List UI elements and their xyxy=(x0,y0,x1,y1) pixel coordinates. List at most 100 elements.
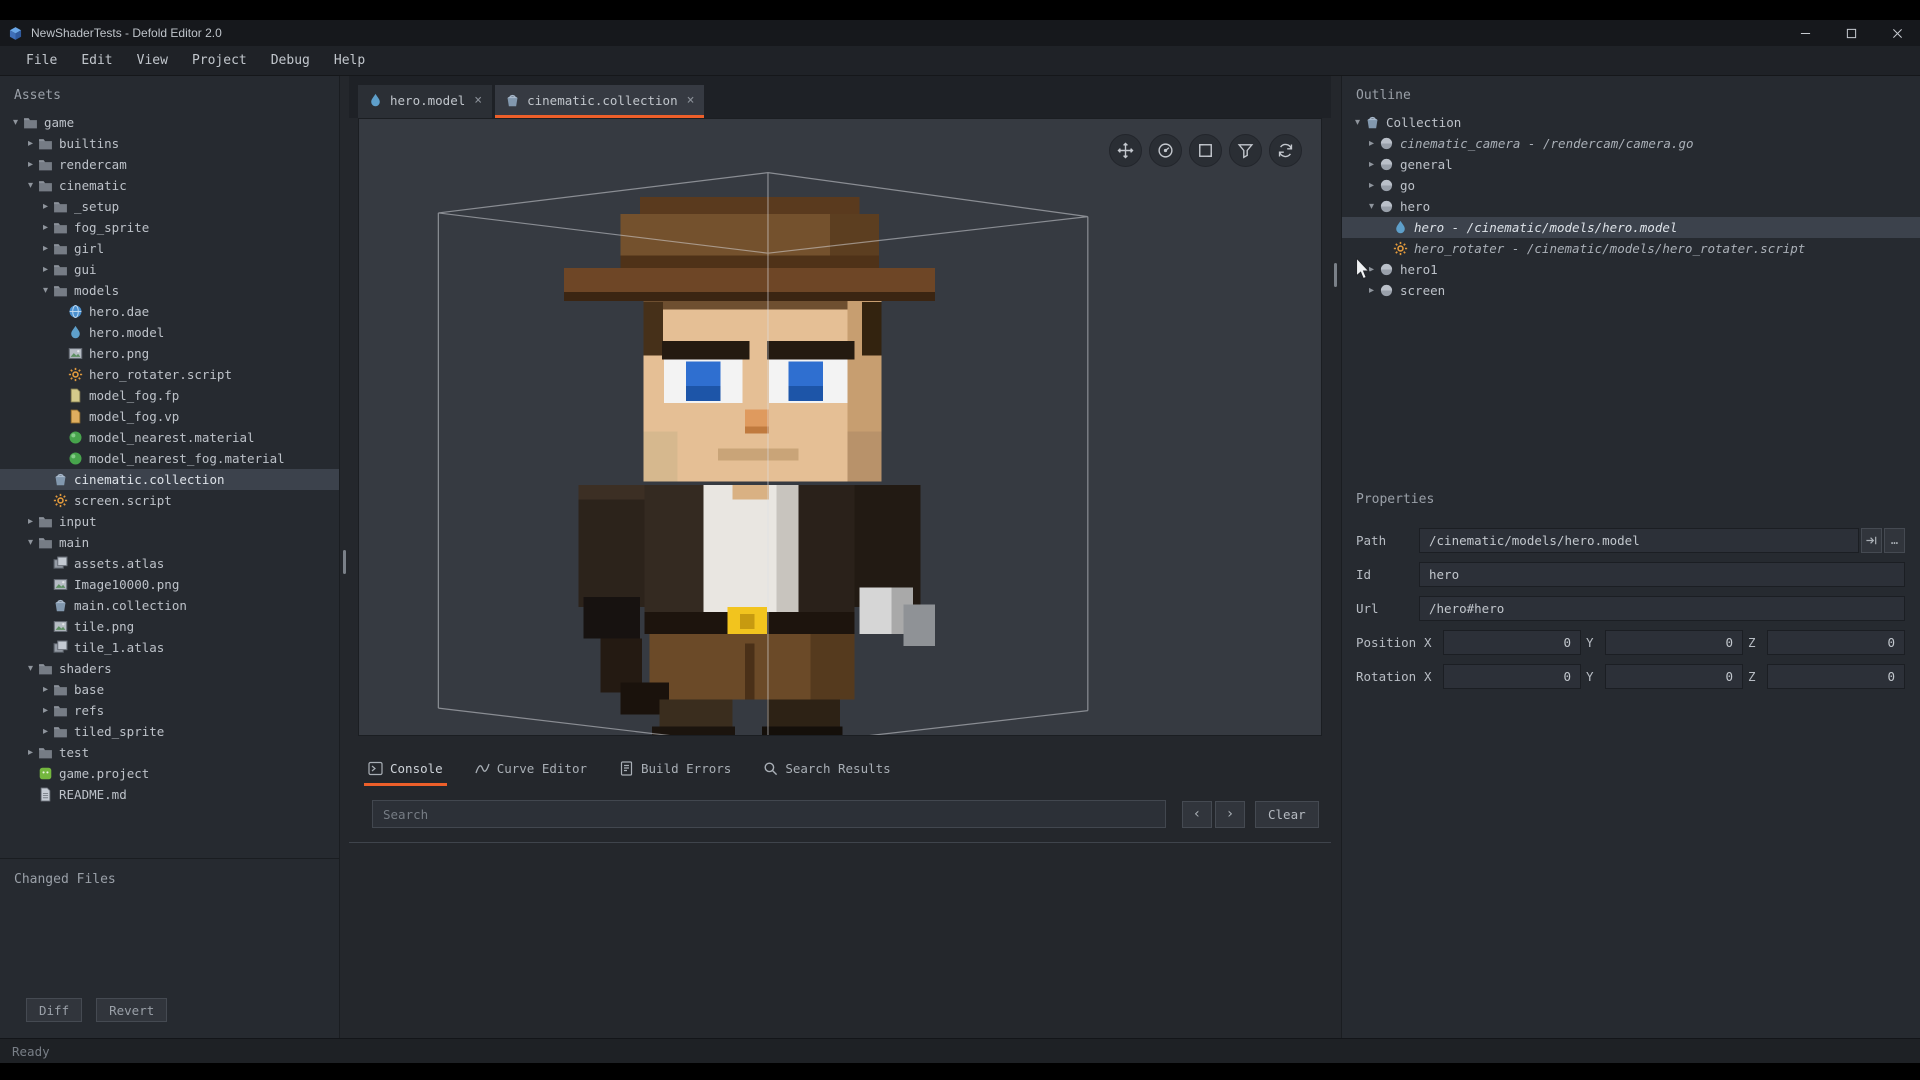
expand-arrow-icon[interactable]: ▸ xyxy=(23,747,38,758)
asset-item-readme-md[interactable]: README.md xyxy=(0,784,339,805)
revert-button[interactable]: Revert xyxy=(96,998,167,1022)
collapse-arrow-icon[interactable]: ▾ xyxy=(8,117,23,128)
expand-arrow-icon[interactable]: ▸ xyxy=(1364,138,1379,149)
outline-item-cinematic-camera-rendercam-camera-go[interactable]: ▸cinematic_camera - /rendercam/camera.go xyxy=(1342,133,1920,154)
expand-arrow-icon[interactable]: ▸ xyxy=(38,264,53,275)
panel-tab-curve-editor[interactable]: Curve Editor xyxy=(471,754,591,786)
outline-item-general[interactable]: ▸general xyxy=(1342,154,1920,175)
asset-item-gui[interactable]: ▸gui xyxy=(0,259,339,280)
filter-tool-button[interactable] xyxy=(1229,134,1262,167)
minimize-button[interactable] xyxy=(1782,20,1828,46)
scale-tool-button[interactable] xyxy=(1189,134,1222,167)
asset-item-image10000-png[interactable]: Image10000.png xyxy=(0,574,339,595)
collapse-arrow-icon[interactable]: ▾ xyxy=(23,537,38,548)
collapse-arrow-icon[interactable]: ▾ xyxy=(23,180,38,191)
asset-item-tiled-sprite[interactable]: ▸tiled_sprite xyxy=(0,721,339,742)
id-input[interactable] xyxy=(1419,562,1905,587)
editor-tab-cinematic-collection[interactable]: cinematic.collection× xyxy=(495,85,704,118)
asset-item-screen-script[interactable]: screen.script xyxy=(0,490,339,511)
asset-item-refs[interactable]: ▸refs xyxy=(0,700,339,721)
asset-item-cinematic[interactable]: ▾cinematic xyxy=(0,175,339,196)
menu-file[interactable]: File xyxy=(14,46,69,75)
asset-item-model-nearest-material[interactable]: model_nearest.material xyxy=(0,427,339,448)
asset-item-base[interactable]: ▸base xyxy=(0,679,339,700)
menu-view[interactable]: View xyxy=(125,46,180,75)
position-z-input[interactable] xyxy=(1767,630,1905,655)
scene-canvas[interactable] xyxy=(359,119,1321,735)
outline-item-screen[interactable]: ▸screen xyxy=(1342,280,1920,301)
search-prev-button[interactable]: ‹ xyxy=(1182,801,1212,828)
panel-tab-search-results[interactable]: Search Results xyxy=(759,754,894,786)
outline-item-collection[interactable]: ▾Collection xyxy=(1342,112,1920,133)
panel-tab-build-errors[interactable]: Build Errors xyxy=(615,754,735,786)
asset-item-test[interactable]: ▸test xyxy=(0,742,339,763)
asset-item-fog-sprite[interactable]: ▸fog_sprite xyxy=(0,217,339,238)
asset-item-tile-png[interactable]: tile.png xyxy=(0,616,339,637)
menu-project[interactable]: Project xyxy=(180,46,259,75)
menu-edit[interactable]: Edit xyxy=(69,46,124,75)
url-input[interactable] xyxy=(1419,596,1905,621)
left-splitter[interactable] xyxy=(340,76,349,1038)
expand-arrow-icon[interactable]: ▸ xyxy=(1364,159,1379,170)
expand-arrow-icon[interactable]: ▸ xyxy=(38,243,53,254)
rotation-x-input[interactable] xyxy=(1443,664,1581,689)
asset-item-hero-rotater-script[interactable]: hero_rotater.script xyxy=(0,364,339,385)
right-splitter[interactable] xyxy=(1331,76,1341,1038)
splitter-handle[interactable] xyxy=(343,550,346,574)
asset-item-game-project[interactable]: game.project xyxy=(0,763,339,784)
rotate-tool-button[interactable] xyxy=(1149,134,1182,167)
asset-item-input[interactable]: ▸input xyxy=(0,511,339,532)
asset-item-models[interactable]: ▾models xyxy=(0,280,339,301)
expand-arrow-icon[interactable]: ▸ xyxy=(38,222,53,233)
expand-arrow-icon[interactable]: ▸ xyxy=(38,201,53,212)
browse-resource-button[interactable]: … xyxy=(1884,528,1905,553)
asset-item-shaders[interactable]: ▾shaders xyxy=(0,658,339,679)
maximize-button[interactable] xyxy=(1828,20,1874,46)
asset-item-cinematic-collection[interactable]: cinematic.collection xyxy=(0,469,339,490)
path-input[interactable] xyxy=(1419,528,1859,553)
collapse-arrow-icon[interactable]: ▾ xyxy=(1364,201,1379,212)
menu-help[interactable]: Help xyxy=(322,46,377,75)
position-y-input[interactable] xyxy=(1605,630,1743,655)
asset-item-game[interactable]: ▾game xyxy=(0,112,339,133)
sync-tool-button[interactable] xyxy=(1269,134,1302,167)
scene-viewport[interactable] xyxy=(358,118,1322,736)
position-x-input[interactable] xyxy=(1443,630,1581,655)
asset-item-assets-atlas[interactable]: assets.atlas xyxy=(0,553,339,574)
outline-item-go[interactable]: ▸go xyxy=(1342,175,1920,196)
outline-item-hero[interactable]: ▾hero xyxy=(1342,196,1920,217)
asset-item-model-fog-vp[interactable]: model_fog.vp xyxy=(0,406,339,427)
diff-button[interactable]: Diff xyxy=(26,998,82,1022)
clear-button[interactable]: Clear xyxy=(1255,801,1319,828)
move-tool-button[interactable] xyxy=(1109,134,1142,167)
expand-arrow-icon[interactable]: ▸ xyxy=(38,684,53,695)
collapse-arrow-icon[interactable]: ▾ xyxy=(1350,117,1365,128)
menu-debug[interactable]: Debug xyxy=(259,46,322,75)
asset-item-model-fog-fp[interactable]: model_fog.fp xyxy=(0,385,339,406)
expand-arrow-icon[interactable]: ▸ xyxy=(23,138,38,149)
expand-arrow-icon[interactable]: ▸ xyxy=(23,516,38,527)
asset-item-main-collection[interactable]: main.collection xyxy=(0,595,339,616)
outline-item-hero-rotater-cinematic-models-hero-rotater-script[interactable]: hero_rotater - /cinematic/models/hero_ro… xyxy=(1342,238,1920,259)
asset-item-model-nearest-fog-material[interactable]: model_nearest_fog.material xyxy=(0,448,339,469)
outline-item-hero-cinematic-models-hero-model[interactable]: hero - /cinematic/models/hero.model xyxy=(1342,217,1920,238)
collapse-arrow-icon[interactable]: ▾ xyxy=(38,285,53,296)
asset-item-setup[interactable]: ▸_setup xyxy=(0,196,339,217)
expand-arrow-icon[interactable]: ▸ xyxy=(1364,285,1379,296)
expand-arrow-icon[interactable]: ▸ xyxy=(1364,264,1379,275)
asset-item-hero-png[interactable]: hero.png xyxy=(0,343,339,364)
asset-item-hero-dae[interactable]: hero.dae xyxy=(0,301,339,322)
outline-item-hero1[interactable]: ▸hero1 xyxy=(1342,259,1920,280)
panel-tab-console[interactable]: Console xyxy=(364,754,447,786)
collapse-arrow-icon[interactable]: ▾ xyxy=(23,663,38,674)
expand-arrow-icon[interactable]: ▸ xyxy=(1364,180,1379,191)
rotation-y-input[interactable] xyxy=(1605,664,1743,689)
expand-arrow-icon[interactable]: ▸ xyxy=(38,726,53,737)
tab-close-icon[interactable]: × xyxy=(687,93,695,108)
asset-item-rendercam[interactable]: ▸rendercam xyxy=(0,154,339,175)
search-next-button[interactable]: › xyxy=(1215,801,1245,828)
asset-item-tile-1-atlas[interactable]: tile_1.atlas xyxy=(0,637,339,658)
tab-close-icon[interactable]: × xyxy=(474,93,482,108)
asset-item-builtins[interactable]: ▸builtins xyxy=(0,133,339,154)
splitter-handle[interactable] xyxy=(1334,263,1337,287)
